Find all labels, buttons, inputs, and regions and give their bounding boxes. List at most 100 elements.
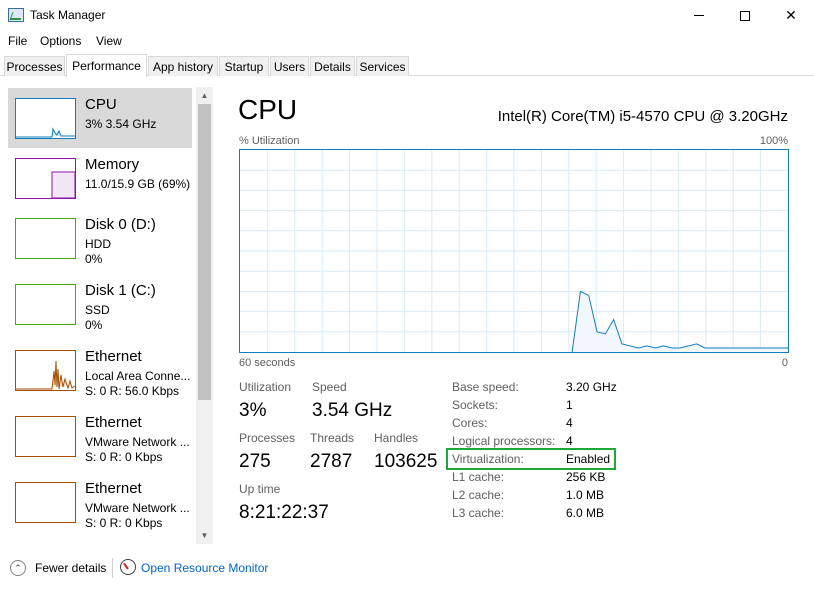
utilization-label: Utilization (239, 380, 292, 394)
title-bar: Task Manager ✕ (0, 0, 814, 31)
spec-value-base-speed: 3.20 GHz (566, 380, 617, 394)
close-button[interactable]: ✕ (768, 0, 814, 31)
resource-title: Ethernet (85, 348, 142, 365)
spec-label-logical-processors: Logical processors: (452, 434, 556, 448)
uptime-value: 8:21:22:37 (239, 502, 329, 523)
resource-subtitle: HDD (85, 237, 111, 251)
tab-app-history[interactable]: App history (148, 56, 218, 76)
spec-label-cores: Cores: (452, 416, 488, 430)
threads-value: 2787 (310, 451, 353, 472)
resource-title: Memory (85, 156, 140, 173)
ethernet-1-thumbnail (15, 350, 76, 391)
spec-value-l1-cache: 256 KB (566, 470, 606, 484)
menu-file[interactable]: File (8, 34, 27, 48)
resource-title: Ethernet (85, 414, 142, 431)
spec-label-l2-cache: L2 cache: (452, 488, 505, 502)
processes-label: Processes (239, 431, 296, 445)
tab-processes[interactable]: Processes (4, 56, 65, 76)
disk-0-thumbnail (15, 218, 76, 259)
cpu-utilization-area (572, 291, 788, 352)
graph-max-label: 100% (759, 135, 788, 147)
resource-title: Disk 0 (D:) (85, 216, 156, 233)
menu-view[interactable]: View (96, 34, 122, 48)
menu-bar: File Options View (0, 31, 814, 51)
resource-subtitle: VMware Network ... (85, 501, 190, 515)
cpu-title: CPU (238, 94, 298, 125)
ethernet-2-thumbnail (15, 416, 76, 457)
spec-value-logical-processors: 4 (566, 434, 573, 448)
cpu-model: Intel(R) Core(TM) i5-4570 CPU @ 3.20GHz (497, 108, 788, 125)
chevron-up-icon[interactable]: ⌃ (10, 560, 26, 576)
tab-startup[interactable]: Startup (219, 56, 269, 76)
spec-value-cores: 4 (566, 416, 573, 430)
spec-label-l3-cache: L3 cache: (452, 506, 505, 520)
tab-users[interactable]: Users (270, 56, 309, 76)
virtualization-highlight (446, 448, 616, 470)
resource-title: CPU (85, 96, 117, 113)
spec-value-l3-cache: 6.0 MB (566, 506, 605, 520)
resource-value: 0% (85, 318, 103, 332)
handles-value: 103625 (374, 451, 438, 472)
maximize-button[interactable] (722, 0, 768, 31)
speed-label: Speed (312, 380, 347, 394)
scroll-down-arrow-icon[interactable]: ▼ (196, 527, 213, 544)
speed-value: 3.54 GHz (312, 400, 393, 421)
resource-value: S: 0 R: 56.0 Kbps (85, 384, 180, 398)
resource-item-disk-0[interactable]: Disk 0 (D:) HDD 0% (8, 208, 192, 268)
processes-value: 275 (239, 451, 271, 472)
resource-value: S: 0 R: 0 Kbps (85, 450, 163, 464)
resource-item-ethernet-1[interactable]: Ethernet Local Area Conne... S: 0 R: 56.… (8, 340, 192, 400)
ethernet-3-thumbnail (15, 482, 76, 523)
resource-item-disk-1[interactable]: Disk 1 (C:) SSD 0% (8, 274, 192, 334)
minimize-button[interactable] (676, 0, 722, 31)
spec-label-l1-cache: L1 cache: (452, 470, 505, 484)
cpu-utilization-chart (240, 150, 788, 352)
uptime-label: Up time (239, 482, 281, 496)
resource-list: CPU 3% 3.54 GHz Memory 11.0/15.9 GB (69%… (0, 86, 213, 544)
footer-divider (112, 558, 113, 578)
cpu-thumbnail-graph (16, 127, 75, 138)
resource-subtitle: 11.0/15.9 GB (69%) (85, 177, 191, 191)
scroll-thumb[interactable] (198, 104, 211, 400)
task-manager-icon (8, 8, 24, 22)
close-icon: ✕ (785, 7, 797, 23)
resource-item-ethernet-2[interactable]: Ethernet VMware Network ... S: 0 R: 0 Kb… (8, 406, 192, 466)
fewer-details-button[interactable]: Fewer details (35, 561, 106, 575)
memory-thumbnail (15, 158, 76, 199)
tab-strip: Processes Performance App history Startu… (0, 54, 814, 77)
cpu-utilization-graph (239, 149, 789, 353)
threads-label: Threads (310, 431, 355, 445)
graph-axis-left: 60 seconds (239, 357, 296, 369)
cpu-thumbnail (15, 98, 76, 139)
window-title: Task Manager (30, 8, 106, 22)
resource-list-scrollbar[interactable]: ▲ ▼ (196, 87, 213, 544)
spec-label-base-speed: Base speed: (452, 380, 519, 394)
disk-1-thumbnail (15, 284, 76, 325)
footer: ⌃ Fewer details Open Resource Monitor (0, 552, 814, 593)
resource-value: 0% (85, 252, 103, 266)
resource-monitor-icon[interactable] (120, 559, 136, 575)
spec-label-sockets: Sockets: (452, 398, 499, 412)
ethernet-1-thumbnail-graph (16, 360, 75, 390)
open-resource-monitor-link[interactable]: Open Resource Monitor (141, 561, 268, 575)
resource-item-memory[interactable]: Memory 11.0/15.9 GB (69%) (8, 148, 192, 208)
resource-item-cpu[interactable]: CPU 3% 3.54 GHz (8, 88, 192, 148)
tab-performance[interactable]: Performance (66, 54, 147, 77)
resource-title: Disk 1 (C:) (85, 282, 156, 299)
graph-axis-right: 0 (781, 357, 788, 369)
spec-value-l2-cache: 1.0 MB (566, 488, 605, 502)
resource-subtitle: 3% 3.54 GHz (85, 117, 157, 131)
resource-item-ethernet-3[interactable]: Ethernet VMware Network ... S: 0 R: 0 Kb… (8, 472, 192, 532)
minimize-icon (694, 15, 704, 16)
tab-services[interactable]: Services (356, 56, 409, 76)
resource-subtitle: SSD (85, 303, 110, 317)
maximize-icon (740, 10, 750, 21)
tab-details[interactable]: Details (310, 56, 355, 76)
scroll-up-arrow-icon[interactable]: ▲ (196, 87, 213, 104)
spec-value-sockets: 1 (566, 398, 573, 412)
handles-label: Handles (374, 431, 419, 445)
resource-subtitle: VMware Network ... (85, 435, 190, 449)
menu-options[interactable]: Options (40, 34, 81, 48)
graph-label: % Utilization (239, 135, 300, 147)
resource-title: Ethernet (85, 480, 142, 497)
